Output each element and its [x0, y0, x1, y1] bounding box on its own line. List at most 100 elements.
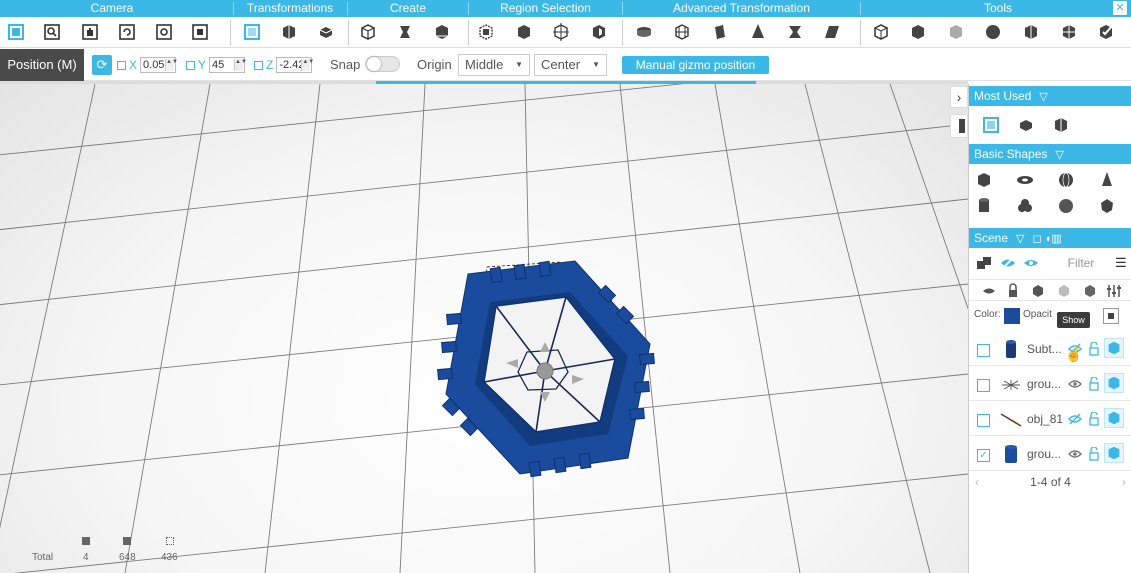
shape-knot-icon[interactable] — [1014, 195, 1036, 217]
category-transformations[interactable]: Transformations — [234, 0, 346, 17]
y-stepper-icon[interactable]: ▲▼ — [234, 59, 247, 71]
basic-shapes-header[interactable]: Basic Shapes ▽ — [969, 144, 1131, 164]
adv-bend-icon[interactable] — [783, 20, 807, 44]
tool-mirror-icon[interactable] — [1019, 20, 1043, 44]
scene-row[interactable]: obj_81 — [969, 402, 1131, 436]
x-value-input[interactable]: 0.05 ▲▼ — [140, 57, 178, 73]
scene-hide-all-icon[interactable] — [997, 252, 1019, 274]
scale-tool-icon[interactable] — [314, 20, 338, 44]
render-mode-icon[interactable] — [1104, 373, 1124, 393]
tool-measure-icon[interactable] — [869, 20, 893, 44]
solid-column-icon[interactable] — [1027, 280, 1049, 302]
unlock-icon[interactable] — [1088, 447, 1100, 461]
camera-reset-icon[interactable] — [152, 20, 176, 44]
tool-solid-icon[interactable] — [906, 20, 930, 44]
camera-fit-icon[interactable] — [188, 20, 212, 44]
opacity-toggle[interactable] — [1103, 308, 1119, 324]
settings-sliders-icon[interactable] — [1103, 280, 1125, 302]
tool-sphere-icon[interactable] — [981, 20, 1005, 44]
eye-icon[interactable] — [1068, 378, 1082, 390]
camera-front-icon[interactable] — [4, 20, 28, 44]
tool-grid-icon[interactable] — [1057, 20, 1081, 44]
scene-row[interactable]: Subt... ☝ — [969, 332, 1131, 366]
next-page-icon[interactable]: › — [1122, 472, 1126, 492]
category-advanced-transformation[interactable]: Advanced Transformation — [623, 0, 860, 17]
create-extrude-icon[interactable] — [393, 20, 417, 44]
unlock-icon[interactable] — [1088, 377, 1100, 391]
eye-hidden-icon[interactable] — [1068, 413, 1082, 425]
most-used-rotate-icon[interactable] — [1050, 114, 1072, 136]
rotate-tool-icon[interactable] — [277, 20, 301, 44]
shade-column-icon[interactable] — [1079, 280, 1101, 302]
z-value-input[interactable]: -2.42 ▲▼ — [276, 57, 314, 73]
camera-pan-icon[interactable] — [78, 20, 102, 44]
scene-show-all-icon[interactable] — [1020, 252, 1042, 274]
tool-ghost-icon[interactable] — [944, 20, 968, 44]
color-swatch[interactable] — [1004, 308, 1020, 324]
scene-row[interactable]: grou... — [969, 367, 1131, 401]
reset-position-icon[interactable]: ⟳ — [92, 55, 112, 75]
shape-sphere-icon[interactable] — [1055, 169, 1077, 191]
lock-column-icon[interactable] — [1002, 280, 1024, 302]
most-used-scale-icon[interactable] — [1015, 114, 1037, 136]
category-create[interactable]: Create — [348, 0, 468, 17]
render-mode-icon[interactable] — [1104, 443, 1124, 463]
viewport-canvas[interactable] — [0, 84, 968, 573]
move-tool-icon[interactable] — [240, 20, 264, 44]
filter-icon[interactable]: ☰ — [1115, 256, 1127, 270]
region-split-icon[interactable] — [587, 20, 611, 44]
panel-toggle-icon[interactable] — [950, 114, 968, 138]
adv-cone-cut-icon[interactable] — [632, 20, 656, 44]
3d-viewport[interactable]: Total 4 648 436 — [0, 84, 968, 573]
scene-header[interactable]: Scene ▽ ◻ ◖▥ — [969, 228, 1131, 248]
most-used-header[interactable]: Most Used ▽ — [969, 86, 1131, 106]
origin-select[interactable]: Middle ▼ — [458, 54, 530, 76]
row-checkbox[interactable] — [977, 379, 990, 392]
unlock-icon[interactable] — [1088, 412, 1100, 426]
hex-gear-model[interactable] — [437, 260, 655, 478]
most-used-move-icon[interactable] — [980, 114, 1002, 136]
scene-objects-icon[interactable] — [973, 252, 995, 274]
x-stepper-icon[interactable]: ▲▼ — [165, 59, 178, 71]
close-icon[interactable]: ✕ — [1113, 1, 1127, 15]
region-box-icon[interactable] — [474, 20, 498, 44]
wire-column-icon[interactable] — [1053, 280, 1075, 302]
y-value-input[interactable]: 45 ▲▼ — [209, 57, 247, 73]
z-axis-checkbox[interactable] — [254, 60, 263, 70]
tool-check-icon[interactable] — [1094, 20, 1118, 44]
category-camera[interactable]: Camera — [62, 0, 162, 17]
adv-lattice-icon[interactable] — [670, 20, 694, 44]
eye-icon[interactable] — [1068, 448, 1082, 460]
create-revolve-icon[interactable] — [430, 20, 454, 44]
adv-twist-icon[interactable] — [708, 20, 732, 44]
y-axis-checkbox[interactable] — [186, 60, 195, 70]
visibility-column-icon[interactable] — [978, 280, 1000, 302]
snap-toggle[interactable] — [365, 56, 400, 72]
filter-input[interactable]: Filter — [1056, 256, 1106, 270]
category-tools[interactable]: Tools — [861, 0, 1131, 17]
camera-zoom-icon[interactable] — [40, 20, 64, 44]
row-checkbox[interactable] — [977, 414, 990, 427]
scene-view-toggle-icon[interactable]: ◻ ◖▥ — [1033, 233, 1062, 245]
chevron-right-icon[interactable]: › — [950, 86, 968, 108]
row-checkbox[interactable]: ✓ — [977, 449, 990, 462]
unlock-icon[interactable] — [1088, 342, 1100, 356]
adv-taper-icon[interactable] — [746, 20, 770, 44]
render-mode-icon[interactable] — [1104, 338, 1124, 358]
shape-cube-icon[interactable] — [973, 169, 995, 191]
region-wire-icon[interactable] — [549, 20, 573, 44]
category-region-selection[interactable]: Region Selection — [469, 0, 622, 17]
center-select[interactable]: Center ▼ — [534, 54, 607, 76]
row-checkbox[interactable] — [977, 344, 990, 357]
create-box-icon[interactable] — [356, 20, 380, 44]
shape-polyhedron-icon[interactable] — [1096, 195, 1118, 217]
prev-page-icon[interactable]: ‹ — [975, 472, 979, 492]
scene-row[interactable]: ✓ grou... — [969, 437, 1131, 471]
z-stepper-icon[interactable]: ▲▼ — [301, 59, 314, 71]
shape-geosphere-icon[interactable] — [1055, 195, 1077, 217]
adv-shear-icon[interactable] — [820, 20, 844, 44]
shape-torus-icon[interactable] — [1014, 169, 1036, 191]
camera-rotate-icon[interactable] — [115, 20, 139, 44]
shape-cone-icon[interactable] — [1096, 169, 1118, 191]
manual-gizmo-button[interactable]: Manual gizmo position — [622, 56, 769, 74]
